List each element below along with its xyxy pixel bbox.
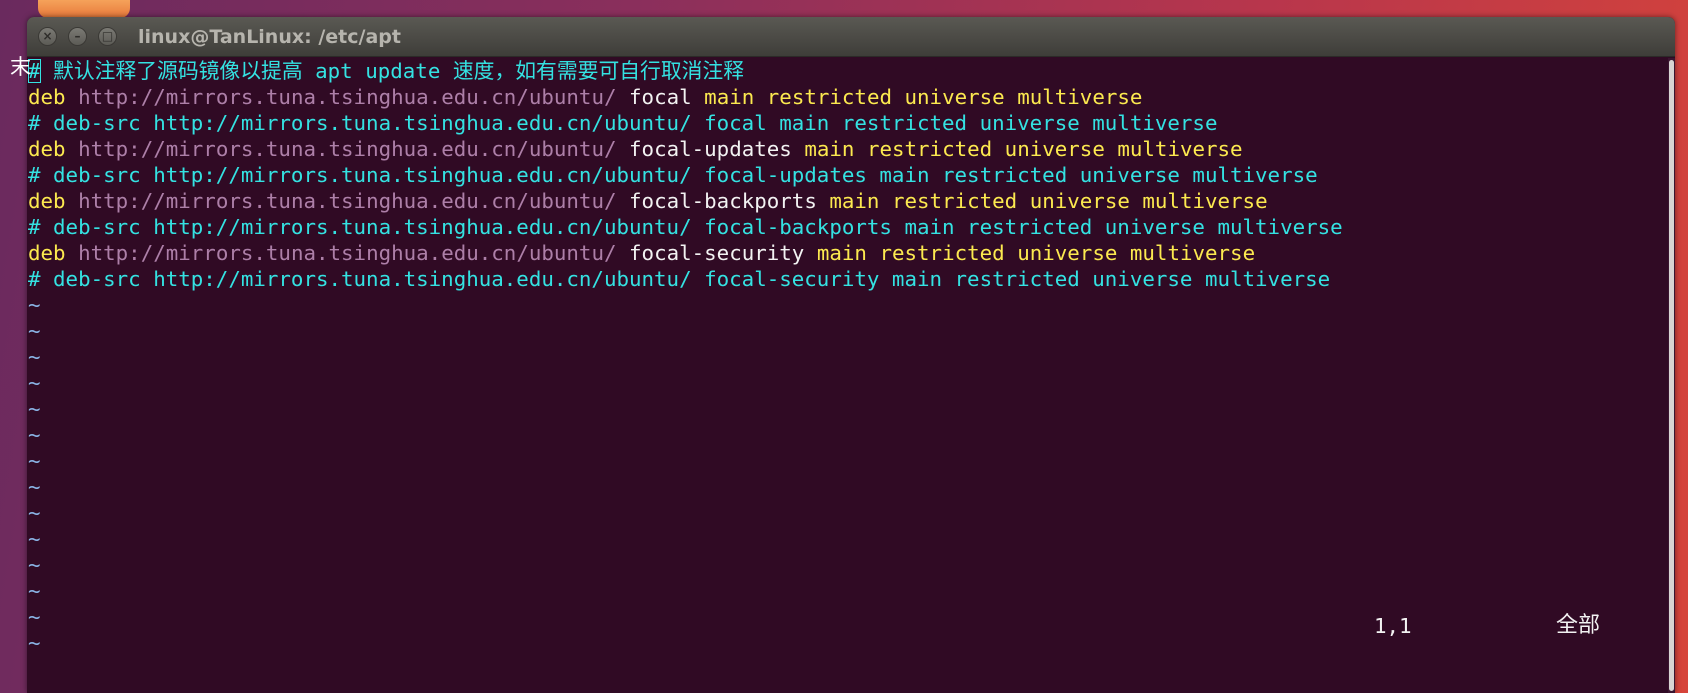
mirror-url: http://mirrors.tuna.tsinghua.edu.cn/ubun… — [78, 189, 617, 213]
components: main restricted universe multiverse — [804, 137, 1243, 161]
mirror-url: http://mirrors.tuna.tsinghua.edu.cn/ubun… — [78, 85, 617, 109]
empty-line-marker: ~ — [28, 553, 41, 577]
empty-line-marker: ~ — [28, 319, 41, 343]
window-title: linux@TanLinux: /etc/apt — [138, 26, 401, 48]
minimize-icon[interactable]: – — [68, 27, 87, 46]
empty-line-marker: ~ — [28, 293, 41, 317]
deb-keyword: deb — [28, 241, 66, 265]
components: main restricted universe multiverse — [816, 241, 1256, 265]
empty-line-marker: ~ — [28, 527, 41, 551]
deb-keyword: deb — [28, 85, 66, 109]
empty-line-marker: ~ — [28, 345, 41, 369]
close-icon[interactable]: × — [38, 27, 57, 46]
scroll-indicator: 全部 — [1556, 613, 1601, 638]
suite-name: focal-backports — [629, 189, 817, 213]
editor-line-3: # deb-src http://mirrors.tuna.tsinghua.e… — [28, 111, 1218, 135]
editor-line-7: # deb-src http://mirrors.tuna.tsinghua.e… — [28, 215, 1343, 239]
vim-editor-area[interactable]: # 默认注释了源码镜像以提高 apt update 速度，如有需要可自行取消注释… — [27, 58, 1667, 693]
empty-line-marker: ~ — [28, 449, 41, 473]
empty-line-marker: ~ — [28, 397, 41, 421]
suite-name: focal-updates — [629, 137, 792, 161]
empty-line-marker: ~ — [28, 371, 41, 395]
cursor-position: 1,1 — [1374, 614, 1412, 638]
empty-line-marker: ~ — [28, 579, 41, 603]
terminal-window: × – □ linux@TanLinux: /etc/apt # 默认注释了源码… — [27, 17, 1675, 693]
editor-line-6: deb http://mirrors.tuna.tsinghua.edu.cn/… — [28, 188, 1268, 214]
scrollbar[interactable] — [1668, 58, 1675, 693]
components: main restricted universe multiverse — [829, 189, 1268, 213]
mirror-url: http://mirrors.tuna.tsinghua.edu.cn/ubun… — [78, 137, 617, 161]
editor-line-5: # deb-src http://mirrors.tuna.tsinghua.e… — [28, 163, 1318, 187]
editor-line-9: # deb-src http://mirrors.tuna.tsinghua.e… — [28, 267, 1331, 291]
editor-line-8: deb http://mirrors.tuna.tsinghua.edu.cn/… — [28, 240, 1255, 266]
editor-line-2: deb http://mirrors.tuna.tsinghua.edu.cn/… — [28, 84, 1142, 110]
deb-keyword: deb — [28, 189, 66, 213]
components: main restricted universe multiverse — [704, 85, 1143, 109]
suite-name: focal — [629, 85, 692, 109]
maximize-icon[interactable]: □ — [98, 27, 117, 46]
suite-name: focal-security — [629, 241, 805, 265]
window-titlebar[interactable]: × – □ linux@TanLinux: /etc/apt — [27, 17, 1675, 57]
editor-line-4: deb http://mirrors.tuna.tsinghua.edu.cn/… — [28, 136, 1243, 162]
empty-line-marker: ~ — [28, 475, 41, 499]
editor-line-1: # 默认注释了源码镜像以提高 apt update 速度，如有需要可自行取消注释 — [28, 58, 744, 84]
comment-text: 默认注释了源码镜像以提高 apt update 速度，如有需要可自行取消注释 — [40, 59, 745, 83]
deb-keyword: deb — [28, 137, 66, 161]
desktop-launcher-corner — [38, 0, 130, 18]
scrollbar-thumb[interactable] — [1669, 60, 1674, 691]
stray-glyph: 末 — [10, 55, 31, 79]
mirror-url: http://mirrors.tuna.tsinghua.edu.cn/ubun… — [78, 241, 617, 265]
empty-line-marker: ~ — [28, 631, 41, 655]
empty-line-marker: ~ — [28, 423, 41, 447]
empty-line-marker: ~ — [28, 605, 41, 629]
empty-line-marker: ~ — [28, 501, 41, 525]
